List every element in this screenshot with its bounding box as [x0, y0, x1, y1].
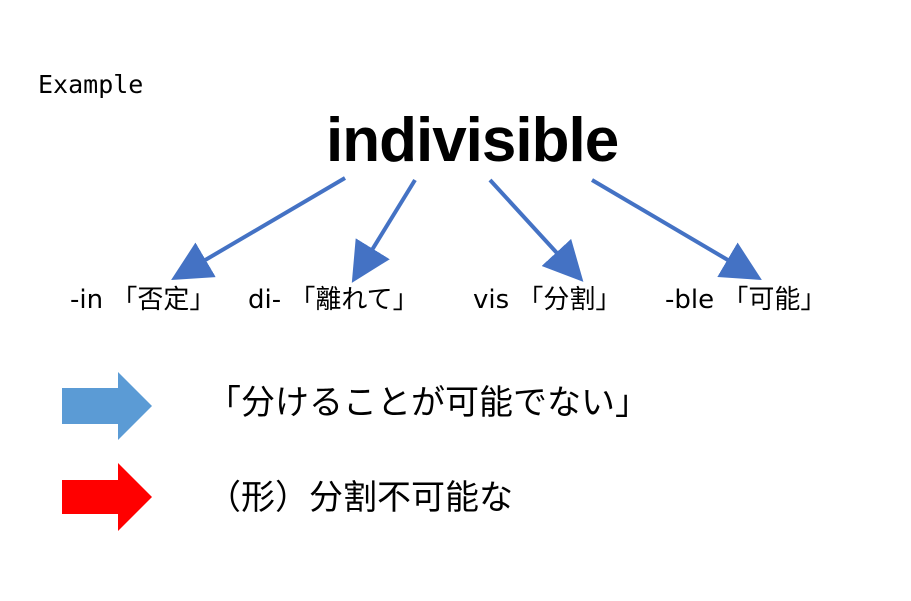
connector-arrow-ble — [590, 178, 762, 281]
morpheme-vis: vis 「分割」 — [473, 285, 622, 315]
morpheme-in: -in 「否定」 — [70, 285, 216, 315]
part-of-speech-meaning: （形）分割不可能な — [207, 478, 513, 518]
example-label: Example — [38, 70, 144, 99]
connector-arrow-di — [351, 178, 417, 283]
meaning-block-arrow — [62, 372, 152, 440]
pos-block-arrow — [62, 463, 152, 531]
combined-meaning: 「分けることが可能でない」 — [207, 383, 649, 423]
main-word: indivisible — [326, 106, 619, 175]
morpheme-ble: -ble 「可能」 — [665, 285, 827, 315]
connector-arrow-in — [171, 176, 347, 281]
connector-arrow-vis — [488, 178, 584, 282]
morpheme-di: di- 「離れて」 — [248, 285, 419, 315]
